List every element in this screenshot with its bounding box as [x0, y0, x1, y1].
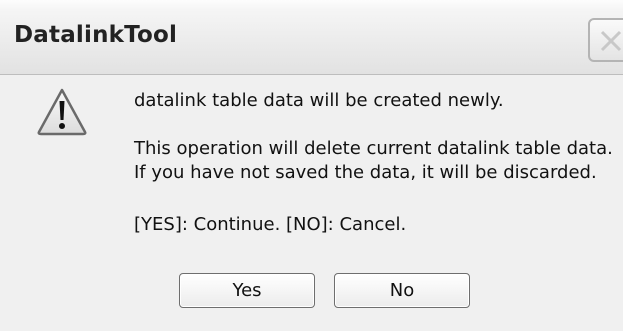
no-button-label: No [389, 280, 415, 301]
message-line-3: If you have not saved the data, it will … [134, 162, 597, 183]
close-button[interactable] [588, 18, 623, 62]
window-title: DatalinkTool [14, 22, 178, 48]
title-bar[interactable]: DatalinkTool [0, 0, 623, 75]
warning-icon [37, 88, 87, 136]
dialog-body: datalink table data will be created newl… [0, 75, 623, 331]
message-line-1: datalink table data will be created newl… [134, 90, 504, 111]
yes-button-label: Yes [232, 280, 262, 301]
message-line-2: This operation will delete current datal… [134, 138, 613, 159]
message-line-4: [YES]: Continue. [NO]: Cancel. [134, 214, 407, 235]
message-dialog: DatalinkTool datalink table data will be… [0, 0, 623, 331]
close-icon [600, 30, 622, 52]
no-button[interactable]: No [334, 273, 470, 308]
yes-button[interactable]: Yes [179, 273, 315, 308]
